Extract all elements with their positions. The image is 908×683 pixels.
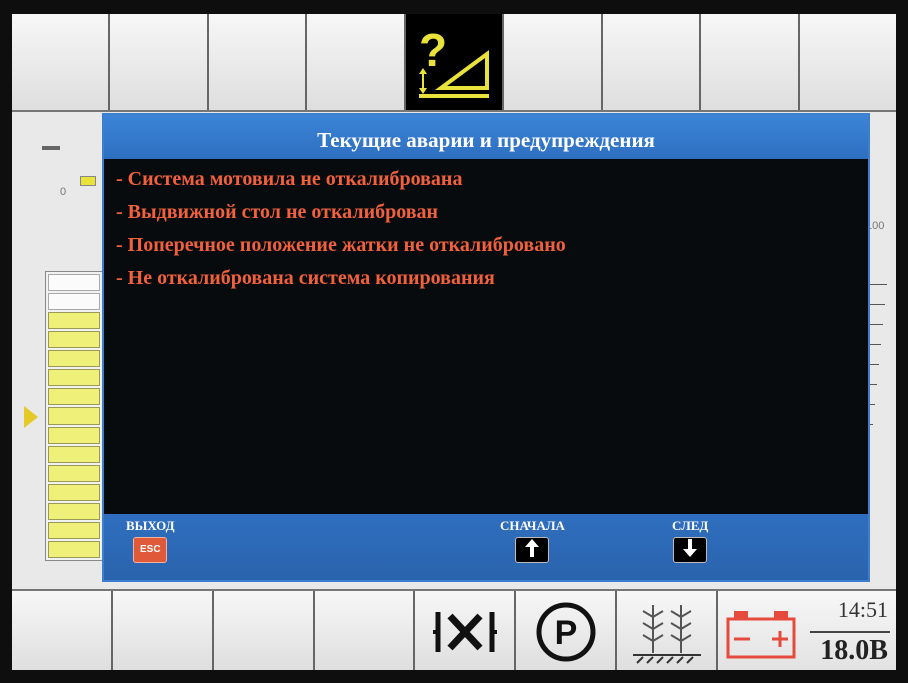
arrow-down-icon xyxy=(673,537,708,563)
top-softkey-2[interactable] xyxy=(110,14,209,110)
left-minus-indicator xyxy=(42,146,60,150)
bottom-softkey-float-lock[interactable] xyxy=(415,591,517,670)
alarms-dialog: Текущие аварии и предупреждения - Систем… xyxy=(102,113,870,582)
top-softkey-4[interactable] xyxy=(307,14,406,110)
gauge-segment xyxy=(48,350,100,368)
battery-icon xyxy=(726,609,796,664)
calibration-help-icon: ? xyxy=(406,14,502,110)
bottom-softkey-crop[interactable] xyxy=(617,591,719,670)
next-button[interactable]: СЛЕД xyxy=(672,518,708,563)
arrow-up-icon xyxy=(515,537,550,563)
dialog-title: Текущие аварии и предупреждения xyxy=(104,115,868,159)
alarm-message: - Система мотовила не откалибрована xyxy=(116,168,463,190)
alarm-message-list: - Система мотовила не откалибрована - Вы… xyxy=(116,163,566,295)
top-softkey-1[interactable] xyxy=(12,14,111,110)
gauge-segment xyxy=(48,502,100,520)
bottom-softkey-2[interactable] xyxy=(112,591,214,670)
top-softkey-row: ? xyxy=(12,14,896,112)
bottom-softkey-1[interactable] xyxy=(12,591,113,670)
gauge-segment xyxy=(48,407,100,425)
alarm-message: - Не откалибрована система копирования xyxy=(116,267,495,289)
exit-label: ВЫХОД xyxy=(126,518,175,533)
next-label: СЛЕД xyxy=(672,518,709,533)
gauge-segment xyxy=(48,369,100,387)
left-gauge-pointer-icon xyxy=(24,406,38,428)
bottom-softkey-row: P 14:51 18.0В xyxy=(12,589,896,670)
top-softkey-6[interactable] xyxy=(504,14,603,110)
top-softkey-7[interactable] xyxy=(602,14,702,110)
top-softkey-8[interactable] xyxy=(701,14,800,110)
top-softkey-calibration-help[interactable]: ? xyxy=(405,14,505,110)
battery-voltage: 18.0В xyxy=(820,635,888,666)
gauge-segment xyxy=(48,312,100,330)
top-softkey-9[interactable] xyxy=(799,14,896,110)
clock-time: 14:51 xyxy=(837,597,888,622)
crop-row-icon xyxy=(617,591,716,670)
alarm-message: - Поперечное положение жатки не откалибр… xyxy=(116,234,566,256)
float-lock-icon xyxy=(415,591,514,670)
terminal-screen: ? 0 100 Текущие аварии и предупреждения … xyxy=(12,14,896,670)
gauge-segment xyxy=(48,293,100,311)
gauge-segment xyxy=(48,464,100,482)
gauge-segment xyxy=(48,445,100,463)
gauge-segment xyxy=(48,274,100,292)
left-scale-min: 0 xyxy=(60,186,67,198)
esc-key-icon: ESC xyxy=(133,537,168,563)
svg-text:P: P xyxy=(554,614,577,652)
first-button[interactable]: СНАЧАЛА xyxy=(500,518,565,563)
parking-brake-icon: P xyxy=(516,591,615,670)
bottom-softkey-parking[interactable]: P xyxy=(516,591,618,670)
first-label: СНАЧАЛА xyxy=(500,518,565,533)
left-bar-gauge xyxy=(45,271,103,561)
status-divider xyxy=(809,631,890,633)
gauge-segment xyxy=(48,331,100,349)
gauge-segment xyxy=(48,483,100,501)
gauge-segment xyxy=(48,388,100,406)
svg-text:?: ? xyxy=(419,24,447,76)
alarm-message: - Выдвижной стол не откалиброван xyxy=(116,201,439,223)
gauge-segment xyxy=(48,426,100,444)
status-display: 14:51 18.0В xyxy=(718,591,896,670)
gauge-segment xyxy=(48,521,100,539)
dialog-footer: ВЫХОД ESC СНАЧАЛА СЛЕД xyxy=(104,514,868,580)
gauge-segment xyxy=(48,540,100,558)
bottom-softkey-4[interactable] xyxy=(314,591,416,670)
exit-button[interactable]: ВЫХОД ESC xyxy=(126,518,175,563)
top-softkey-3[interactable] xyxy=(208,14,308,110)
bottom-softkey-3[interactable] xyxy=(213,591,315,670)
left-level-marker xyxy=(80,176,96,186)
